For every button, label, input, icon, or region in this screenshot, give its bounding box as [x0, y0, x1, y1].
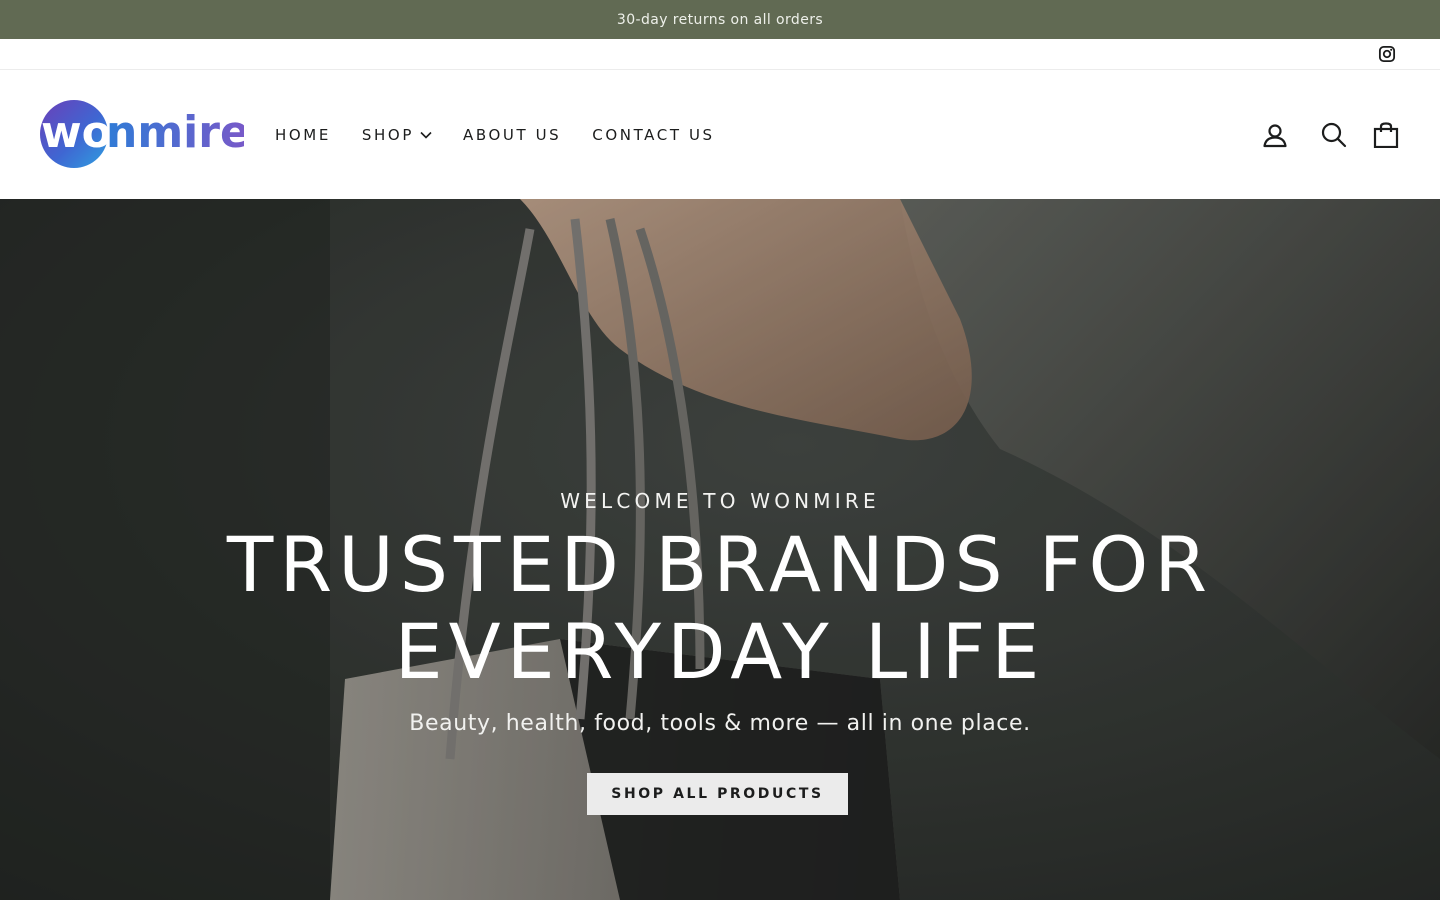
- shop-all-products-button[interactable]: SHOP ALL PRODUCTS: [587, 773, 848, 815]
- hero-title-line-1: TRUSTED BRANDS FOR: [226, 520, 1214, 609]
- nav-about-label: ABOUT US: [462, 125, 562, 144]
- nav-contact-label: CONTACT US: [592, 125, 715, 144]
- chevron-down-icon: [420, 131, 432, 139]
- svg-text:wo: wo: [41, 107, 112, 158]
- instagram-icon[interactable]: [1378, 45, 1396, 63]
- nav-shop[interactable]: SHOP: [362, 126, 432, 144]
- hero-subtitle: Beauty, health, food, tools & more — all…: [409, 711, 1031, 736]
- hero-eyebrow: WELCOME TO WONMIRE: [560, 489, 880, 513]
- utility-bar: [0, 39, 1440, 70]
- site-header: wo nmire HOME SHOP ABOUT US CONTACT US: [0, 70, 1440, 199]
- announcement-text: 30-day returns on all orders: [616, 11, 824, 28]
- nav-home[interactable]: HOME: [275, 126, 331, 144]
- nav-shop-label: SHOP: [361, 125, 414, 144]
- cart-icon[interactable]: [1373, 122, 1399, 148]
- nav-contact-us[interactable]: CONTACT US: [592, 126, 714, 144]
- svg-text:nmire: nmire: [106, 107, 244, 158]
- search-icon[interactable]: [1321, 122, 1347, 148]
- nav-home-label: HOME: [275, 125, 331, 144]
- hero-title: TRUSTED BRANDS FOR EVERYDAY LIFE: [100, 521, 1340, 695]
- hero-banner: WELCOME TO WONMIRE TRUSTED BRANDS FOR EV…: [0, 199, 1440, 900]
- nav-about-us[interactable]: ABOUT US: [463, 126, 561, 144]
- hero-content: WELCOME TO WONMIRE TRUSTED BRANDS FOR EV…: [0, 199, 1440, 900]
- account-icon[interactable]: [1262, 122, 1288, 148]
- wonmire-logo[interactable]: wo nmire: [38, 96, 244, 172]
- hero-title-line-2: EVERYDAY LIFE: [394, 607, 1046, 696]
- main-nav: HOME SHOP ABOUT US CONTACT US: [275, 70, 746, 199]
- announcement-bar: 30-day returns on all orders: [0, 0, 1440, 39]
